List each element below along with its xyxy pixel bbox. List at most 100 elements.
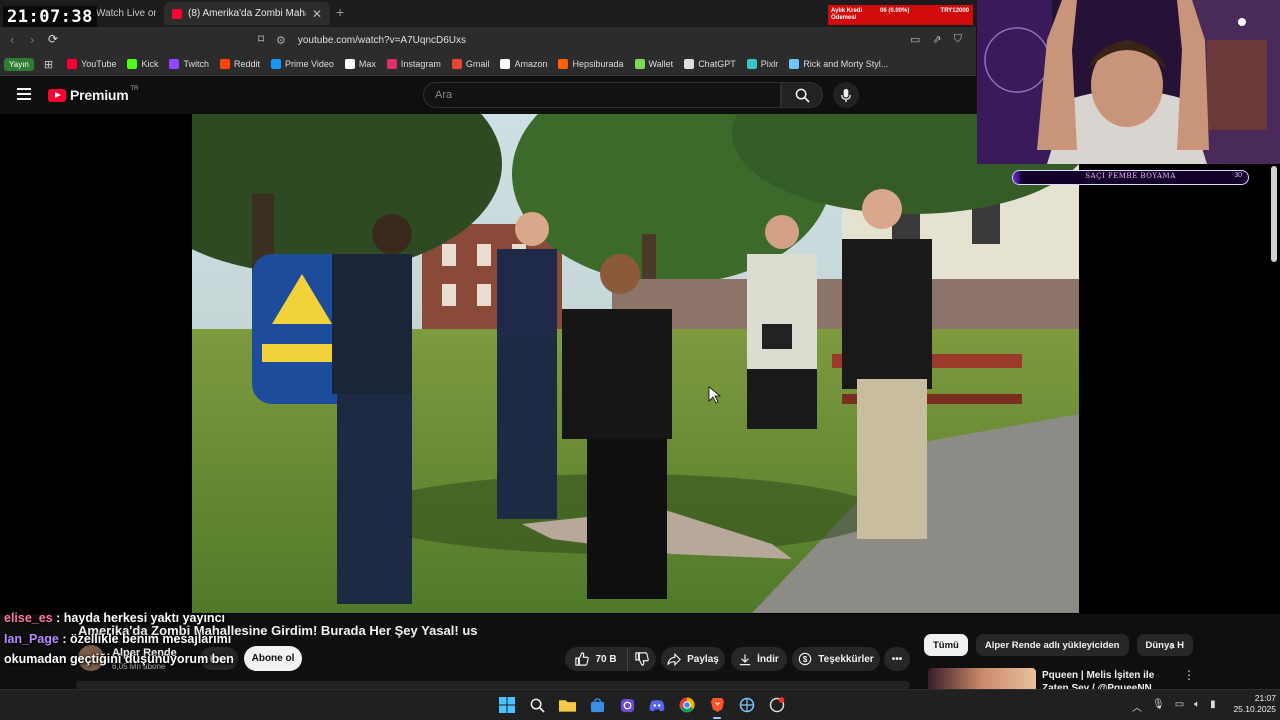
voice-search-button[interactable] bbox=[833, 82, 859, 108]
bookmark-item[interactable]: Prime Video bbox=[271, 59, 334, 69]
bookmark-label: ChatGPT bbox=[698, 59, 736, 69]
bookmark-item[interactable]: Max bbox=[344, 59, 376, 69]
chevron-up-icon[interactable]: ︿ bbox=[1132, 699, 1142, 714]
bookmark-favicon-icon bbox=[67, 59, 78, 69]
finance-label: Aylık Kredi Ödemesi bbox=[831, 8, 863, 21]
bookmark-item[interactable]: Gmail bbox=[451, 59, 489, 69]
page-scrollbar[interactable] bbox=[1271, 166, 1277, 262]
search-icon bbox=[795, 88, 810, 103]
bookmark-item[interactable]: Instagram bbox=[386, 59, 441, 69]
search-button[interactable] bbox=[781, 82, 823, 108]
network-app-icon[interactable] bbox=[737, 695, 757, 715]
bookmark-label: Prime Video bbox=[285, 59, 334, 69]
filter-chip[interactable]: Dünya H bbox=[1136, 634, 1194, 656]
bookmark-item[interactable]: Rick and Morty Styl... bbox=[789, 59, 888, 69]
search-icon[interactable] bbox=[527, 695, 547, 715]
bookmark-item[interactable]: Reddit bbox=[220, 59, 260, 69]
bookmark-favicon-icon bbox=[500, 59, 511, 69]
taskbar-time: 21:07 bbox=[1254, 693, 1276, 703]
goal-label: SAÇI PEMBE BOYAMA bbox=[1085, 172, 1176, 180]
more-actions-button[interactable]: ••• bbox=[884, 647, 910, 671]
chat-text: özellikle benim mesajlarımı bbox=[70, 631, 232, 646]
chevron-right-icon[interactable]: › bbox=[1170, 638, 1174, 653]
bookmark-label: Rick and Morty Styl... bbox=[803, 59, 889, 69]
paramedic-standing bbox=[497, 212, 557, 519]
microphone-icon bbox=[841, 88, 851, 102]
video-player[interactable] bbox=[192, 114, 1079, 613]
bookmark-favicon-icon bbox=[220, 59, 230, 69]
like-button[interactable]: 70 B bbox=[565, 647, 627, 671]
bookmarks-bar: Yayın ⊞ YouTube Kick Twitch Reddit Prime Vid… bbox=[0, 53, 976, 76]
thanks-button[interactable]: $ Teşekkürler bbox=[792, 647, 880, 671]
taskbar-app-icons bbox=[497, 695, 787, 719]
profile-chip[interactable]: Yayın bbox=[4, 57, 34, 71]
taskbar-clock[interactable]: 21:07 25.10.2025 bbox=[1224, 693, 1276, 715]
region-code: TR bbox=[130, 86, 139, 92]
bookmark-item[interactable]: Twitch bbox=[169, 59, 209, 69]
new-tab-button[interactable]: + bbox=[336, 4, 344, 20]
record-app-icon[interactable] bbox=[767, 695, 787, 715]
battery-icon[interactable]: ▮ bbox=[1210, 699, 1216, 714]
url-field[interactable]: ⚙ youtube.com/watch?v=A7UqncD6Uxs bbox=[276, 30, 896, 50]
youtube-header: Premium TR Ara bbox=[0, 77, 976, 114]
start-windows-icon[interactable] bbox=[497, 695, 517, 715]
tab-kick[interactable]: Watch Live on Ki bbox=[88, 2, 164, 25]
filter-chip[interactable]: Tümü bbox=[924, 634, 968, 656]
bookmark-item[interactable]: Pixlr bbox=[746, 59, 778, 69]
finance-ticker-overlay: Aylık Kredi Ödemesi 06 (0.00%) TRY12000 bbox=[828, 5, 973, 25]
bookmark-item[interactable]: Kick bbox=[127, 59, 158, 69]
bookmark-item[interactable]: ChatGPT bbox=[684, 59, 736, 69]
store-icon[interactable] bbox=[587, 695, 607, 715]
site-info-icon[interactable]: ⚙ bbox=[276, 34, 286, 47]
search-input[interactable]: Ara bbox=[423, 82, 781, 108]
recommendation-menu-icon[interactable]: ⋮ bbox=[1183, 668, 1195, 682]
brave-browser-icon[interactable] bbox=[707, 695, 727, 719]
hamburger-menu-icon[interactable] bbox=[17, 88, 31, 100]
share-arrow-icon bbox=[667, 652, 682, 666]
bookmark-item[interactable]: Amazon bbox=[500, 59, 547, 69]
chat-username: Ian_Page bbox=[4, 631, 59, 646]
tab-youtube[interactable]: (8) Amerika'da Zombi Mahallesi ✕ bbox=[164, 2, 330, 25]
bookmark-item[interactable]: YouTube bbox=[67, 59, 116, 69]
bookmark-label: Hepsiburada bbox=[572, 59, 624, 69]
taskbar-date: 25.10.2025 bbox=[1233, 704, 1276, 714]
forward-icon[interactable]: › bbox=[30, 32, 34, 47]
cast-icon[interactable]: ▭ bbox=[910, 33, 920, 46]
download-label: İndir bbox=[757, 653, 779, 665]
shield-icon[interactable]: ⛉ bbox=[954, 33, 962, 46]
svg-text:$: $ bbox=[803, 655, 808, 664]
address-bar: ‹ › ⟳ ⌑ ⚙ youtube.com/watch?v=A7UqncD6Ux… bbox=[0, 27, 976, 53]
network-icon[interactable]: ▭ bbox=[1175, 699, 1184, 714]
microphone-icon[interactable]: 🎙︎ bbox=[1152, 699, 1165, 714]
apps-grid-icon[interactable]: ⊞ bbox=[44, 58, 53, 71]
tab-label: Watch Live on Ki bbox=[96, 8, 156, 19]
app-purple-icon[interactable] bbox=[617, 695, 637, 715]
recommendation-filter-chips: Tümü Alper Rende adlı yükleyiciden Dünya H bbox=[924, 634, 1194, 656]
bookmark-favicon-icon bbox=[558, 59, 569, 69]
file-explorer-icon[interactable] bbox=[557, 695, 577, 715]
download-button[interactable]: İndir bbox=[731, 647, 787, 671]
bookmark-label: Kick bbox=[141, 59, 159, 69]
bookmark-label: Max bbox=[358, 59, 376, 69]
bookmark-label: Instagram bbox=[400, 59, 441, 69]
like-count: 70 B bbox=[595, 653, 617, 665]
bookmark-item[interactable]: Wallet bbox=[634, 59, 673, 69]
volume-icon[interactable]: 🔈︎ bbox=[1194, 699, 1200, 714]
close-tab-icon[interactable]: ✕ bbox=[312, 7, 322, 21]
filter-chip[interactable]: Alper Rende adlı yükleyiciden bbox=[975, 634, 1129, 656]
discord-icon[interactable] bbox=[647, 695, 667, 715]
chrome-icon[interactable] bbox=[677, 695, 697, 715]
subscribe-button[interactable]: Abone ol bbox=[244, 646, 302, 671]
share-page-icon[interactable]: ⇗ bbox=[932, 33, 941, 46]
bookmark-item[interactable]: Hepsiburada bbox=[558, 59, 624, 69]
dislike-button[interactable] bbox=[627, 647, 656, 671]
youtube-premium-logo[interactable]: Premium TR bbox=[48, 86, 139, 103]
share-button[interactable]: Paylaş bbox=[661, 647, 725, 671]
more-dots-icon: ••• bbox=[891, 653, 903, 665]
bookmark-label: Amazon bbox=[514, 59, 548, 69]
finance-amount: TRY12000 bbox=[940, 8, 969, 14]
bookmark-icon[interactable]: ⌑ bbox=[258, 32, 264, 46]
back-icon[interactable]: ‹ bbox=[10, 32, 14, 47]
reload-icon[interactable]: ⟳ bbox=[48, 32, 58, 46]
thumbs-down-icon bbox=[635, 652, 649, 666]
